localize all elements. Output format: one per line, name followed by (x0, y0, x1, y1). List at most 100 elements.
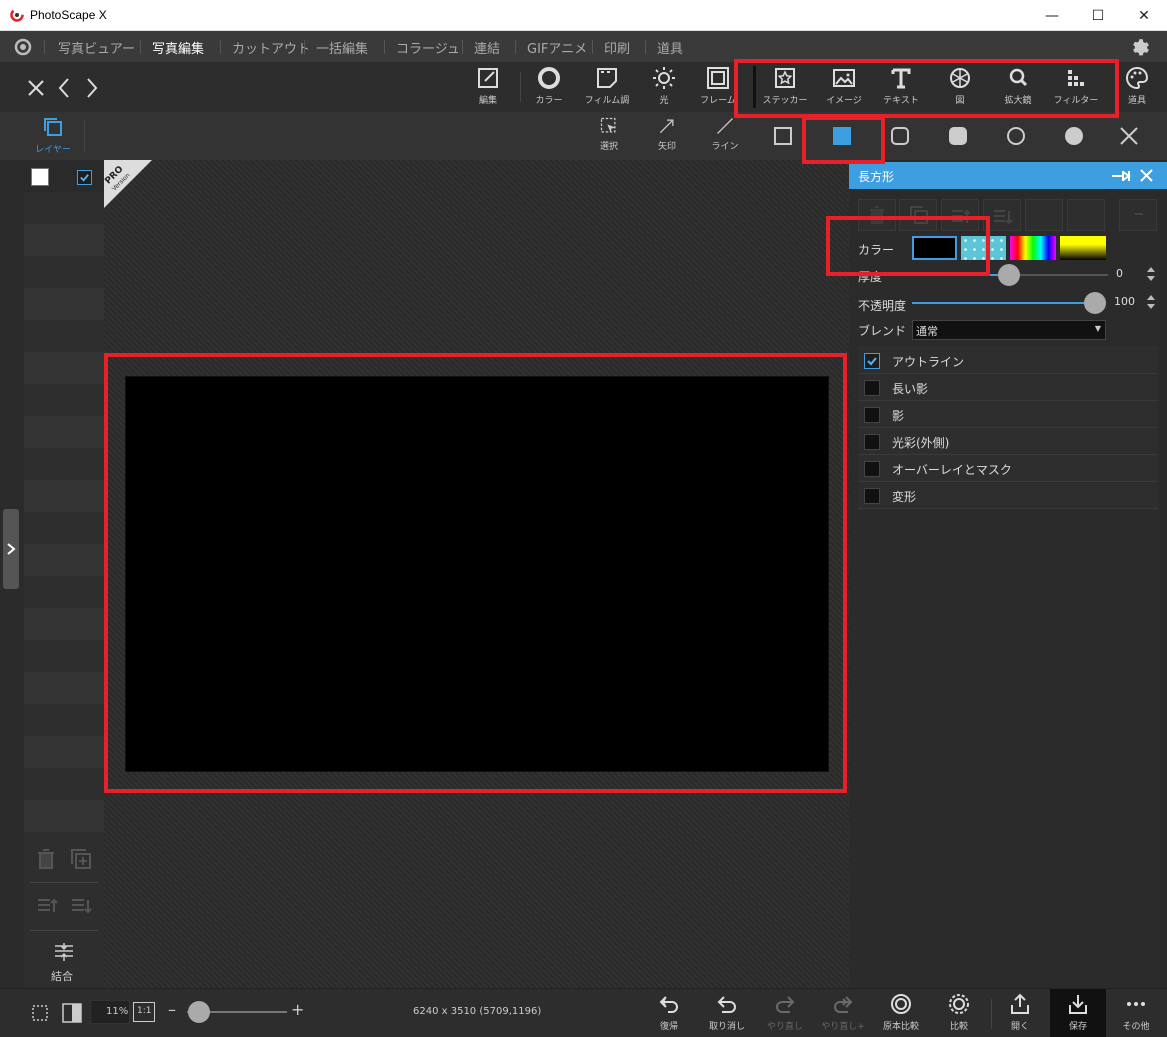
color-swatch-rainbow-gradient[interactable] (1010, 236, 1056, 260)
redo-icon (776, 996, 795, 1013)
tool-light[interactable]: 光 (637, 66, 691, 110)
left-expand-handle[interactable] (3, 509, 19, 589)
bottom-bar: 11% 1:1 – + 6240 x 3510 (5709,1196) 復帰 取… (0, 988, 1167, 1037)
layers-tab[interactable]: レイヤー (28, 116, 78, 158)
menu-batch-edit[interactable]: 一括編集 (316, 38, 368, 57)
tool-film[interactable]: フィルム調 (580, 66, 634, 110)
opacity-slider-thumb[interactable] (1084, 292, 1106, 314)
action-button-5[interactable] (1025, 199, 1063, 231)
action-button-6[interactable] (1067, 199, 1105, 231)
undo-button[interactable]: 取り消し (699, 993, 755, 1037)
pin-icon[interactable] (1111, 169, 1133, 183)
zoom-in-icon[interactable]: + (291, 1000, 304, 1019)
menu-tools[interactable]: 道具 (657, 38, 683, 57)
panel-header: 長方形 (849, 162, 1167, 189)
layers-icon (44, 118, 62, 136)
compare-original-button[interactable]: 原本比較 (873, 993, 929, 1037)
close-panel-icon[interactable] (1140, 169, 1153, 182)
layer-thumbnail[interactable] (31, 168, 49, 186)
actual-size-button[interactable]: 1:1 (133, 1002, 155, 1022)
delete-layer-icon[interactable] (36, 848, 56, 870)
pro-badge[interactable]: PRO Version (104, 160, 152, 208)
app-logo-icon (10, 8, 24, 22)
frame-icon (707, 67, 729, 89)
title-bar: PhotoScape X — ☐ ✕ (0, 0, 1167, 31)
tool-arrow[interactable]: 矢印 (640, 116, 694, 160)
effect-transform-checkbox[interactable] (864, 488, 880, 504)
more-button[interactable]: その他 (1108, 993, 1164, 1037)
tool-edit[interactable]: 編集 (461, 66, 515, 110)
maximize-icon: ☐ (1091, 7, 1105, 24)
layer-up-icon[interactable] (36, 896, 58, 916)
zoom-slider-thumb[interactable] (188, 1001, 210, 1023)
thickness-slider-thumb[interactable] (998, 264, 1020, 286)
action-button-more[interactable] (1119, 199, 1157, 231)
minimize-button[interactable]: — (1029, 0, 1075, 31)
blend-select[interactable]: 通常 ▼ (912, 320, 1106, 340)
fit-selection-icon[interactable] (30, 1003, 50, 1023)
select-icon (600, 117, 616, 133)
opacity-spinner-icon[interactable] (1146, 294, 1156, 310)
effect-overlay-mask-checkbox[interactable] (864, 461, 880, 477)
effect-shadow-checkbox[interactable] (864, 407, 880, 423)
opacity-label: 不透明度 (858, 299, 907, 313)
tool-color[interactable]: カラー (522, 66, 576, 110)
previous-icon[interactable] (57, 77, 71, 99)
settings-gear-icon[interactable] (1130, 37, 1152, 59)
effect-outer-glow-checkbox[interactable] (864, 434, 880, 450)
thickness-spinner-icon[interactable] (1146, 266, 1156, 282)
revert-button[interactable]: 復帰 (641, 993, 697, 1037)
shape-rectangle-outline[interactable] (774, 127, 792, 145)
effect-long-shadow-checkbox[interactable] (864, 380, 880, 396)
blend-select-value: 通常 (916, 325, 938, 338)
dropdown-arrow-icon: ▼ (1094, 324, 1101, 333)
redo-all-button[interactable]: やり直し+ (815, 993, 871, 1037)
close-shape-icon[interactable] (1119, 126, 1139, 146)
tool-select[interactable]: 選択 (582, 116, 636, 160)
shape-rounded-filled[interactable] (949, 127, 967, 145)
layer-down-icon[interactable] (70, 896, 92, 916)
save-button[interactable]: 保存 (1050, 989, 1106, 1037)
shape-circle-filled[interactable] (1065, 127, 1083, 145)
maximize-button[interactable]: ☐ (1075, 0, 1121, 31)
menu-collage[interactable]: コラージュ (396, 38, 460, 57)
close-image-icon[interactable] (26, 78, 46, 98)
highlight-box-toolbar (734, 59, 1119, 118)
effect-shadow[interactable]: 影 (858, 401, 1158, 428)
opacity-slider-track[interactable] (912, 302, 1098, 304)
send-backward-icon (994, 210, 1013, 225)
app-menu-icon[interactable] (14, 38, 32, 56)
redo-button[interactable]: やり直し (757, 993, 813, 1037)
split-view-icon[interactable] (61, 1002, 83, 1024)
effect-outer-glow[interactable]: 光彩(外側) (858, 428, 1158, 455)
close-window-button[interactable]: ✕ (1121, 0, 1167, 31)
tool-line[interactable]: ライン (698, 116, 752, 160)
shape-circle-outline[interactable] (1007, 127, 1025, 145)
duplicate-layer-icon[interactable] (70, 848, 92, 870)
zoom-level-field[interactable]: 11% (90, 1000, 130, 1024)
line-icon (717, 118, 733, 134)
menu-combine[interactable]: 連結 (474, 38, 500, 57)
effect-transform[interactable]: 変形 (858, 482, 1158, 509)
shape-rounded-outline[interactable] (891, 127, 909, 145)
menu-photo-edit[interactable]: 写真編集 (152, 38, 204, 57)
compare-button[interactable]: 比較 (931, 993, 987, 1037)
layer-visibility-checkbox[interactable] (77, 170, 92, 185)
menu-photo-viewer[interactable]: 写真ビュアー (58, 38, 135, 57)
opacity-value[interactable]: 100 (1114, 295, 1135, 308)
effect-overlay-mask[interactable]: オーバーレイとマスク (858, 455, 1158, 482)
open-button[interactable]: 開く (992, 993, 1048, 1037)
menu-cutout[interactable]: カットアウト (232, 38, 310, 57)
save-download-icon (1069, 995, 1087, 1014)
effect-outline-checkbox[interactable] (864, 353, 880, 369)
effect-outline[interactable]: アウトライン (858, 347, 1158, 374)
next-icon[interactable] (85, 77, 99, 99)
effect-long-shadow[interactable]: 長い影 (858, 374, 1158, 401)
menu-print[interactable]: 印刷 (604, 38, 630, 57)
merge-icon[interactable] (53, 942, 75, 962)
thickness-value[interactable]: 0 (1116, 267, 1123, 280)
merge-label[interactable]: 結合 (51, 968, 73, 984)
color-swatch-yellow-gradient[interactable] (1060, 236, 1106, 260)
menu-gif[interactable]: GIFアニメ (527, 38, 587, 57)
zoom-out-icon[interactable]: – (168, 1000, 176, 1019)
